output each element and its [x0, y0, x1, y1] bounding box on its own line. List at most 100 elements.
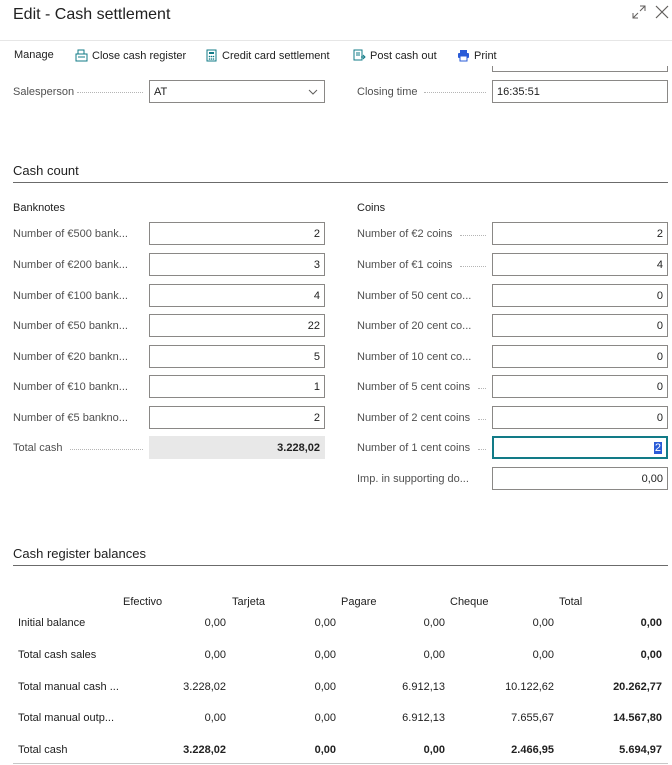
salesperson-value: AT	[154, 85, 168, 98]
salesperson-select[interactable]: AT	[149, 80, 325, 103]
dots	[460, 235, 486, 236]
cell-pagare: 0,00	[423, 617, 445, 629]
coin-2-cent-field[interactable]: 0	[492, 406, 668, 429]
banknote-label: Number of €10 bankn...	[13, 381, 128, 393]
banknote-50-field[interactable]: 22	[149, 314, 325, 337]
dots	[478, 388, 486, 389]
coin-20-cent-field[interactable]: 0	[492, 314, 668, 337]
coins-title: Coins	[357, 202, 386, 214]
total-cash-value: 3.228,02	[277, 441, 320, 454]
banknote-label: Number of €20 bankn...	[13, 351, 128, 363]
table-bottom-border	[13, 763, 668, 764]
banknote-value: 22	[307, 319, 320, 332]
cell-pagare: 6.912,13	[402, 681, 445, 693]
banknote-label: Number of €50 bankn...	[13, 320, 128, 332]
dots	[70, 449, 143, 450]
coin-10-cent-field[interactable]: 0	[492, 345, 668, 368]
total-cash-field: 3.228,02	[149, 436, 325, 459]
manage-menu[interactable]: Manage	[14, 49, 54, 61]
coin-label: Number of 50 cent co...	[357, 290, 472, 302]
chevron-down-icon	[308, 87, 318, 99]
cell-efectivo: 0,00	[204, 712, 226, 724]
page-title: Edit - Cash settlement	[13, 6, 171, 23]
cell-total: 0,00	[640, 617, 662, 629]
manage-label: Manage	[14, 49, 54, 61]
print-label: Print	[474, 49, 497, 62]
expand-icon[interactable]	[632, 5, 646, 23]
dots	[424, 92, 486, 93]
credit-card-settlement-button[interactable]: Credit card settlement	[205, 49, 330, 62]
cell-total: 0,00	[640, 649, 662, 661]
coin-value: 2	[653, 441, 662, 454]
coin-1-cent-field[interactable]: 2	[492, 436, 668, 459]
banknote-20-field[interactable]: 5	[149, 345, 325, 368]
banknote-label: Number of €500 bank...	[13, 228, 128, 240]
column-header: Cheque	[450, 596, 489, 608]
imp-supporting-field[interactable]: 0,00	[492, 467, 668, 490]
salesperson-label: Salesperson	[13, 86, 75, 98]
banknote-500-field[interactable]: 2	[149, 222, 325, 245]
calculator-icon	[205, 49, 218, 62]
cell-efectivo: 0,00	[204, 649, 226, 661]
coin-2-euro-field[interactable]: 2	[492, 222, 668, 245]
banknote-value: 4	[313, 289, 320, 302]
coin-label: Number of 10 cent co...	[357, 351, 472, 363]
cell-cheque: 2.466,95	[511, 744, 554, 756]
cell-pagare: 0,00	[423, 744, 445, 756]
print-button[interactable]: Print	[457, 49, 497, 62]
coin-5-cent-field[interactable]: 0	[492, 375, 668, 398]
close-cash-register-button[interactable]: Close cash register	[75, 49, 186, 62]
cell-cheque: 0,00	[532, 649, 554, 661]
previous-field-edge	[492, 66, 668, 72]
cell-tarjeta: 0,00	[314, 712, 336, 724]
banknote-5-field[interactable]: 2	[149, 406, 325, 429]
dots	[77, 92, 143, 93]
banknote-value: 2	[313, 411, 320, 424]
coin-value: 4	[656, 258, 663, 271]
coin-1-euro-field[interactable]: 4	[492, 253, 668, 276]
coin-value: 0	[656, 289, 663, 302]
title-bar: Edit - Cash settlement	[0, 0, 672, 32]
coin-label: Number of €2 coins	[357, 228, 453, 240]
cell-cheque: 0,00	[532, 617, 554, 629]
coin-value: 0	[656, 411, 663, 424]
printer-icon	[457, 49, 470, 62]
banknote-200-field[interactable]: 3	[149, 253, 325, 276]
row-label: Initial balance	[18, 617, 86, 629]
total-cash-label: Total cash	[13, 442, 63, 454]
cell-cheque: 10.122,62	[505, 681, 554, 693]
row-label: Total manual outp...	[18, 712, 115, 724]
row-label: Total cash sales	[18, 649, 97, 661]
cell-total: 20.262,77	[613, 681, 662, 693]
banknote-label: Number of €100 bank...	[13, 290, 128, 302]
coin-label: Number of 1 cent coins	[357, 442, 471, 454]
banknote-value: 1	[313, 380, 320, 393]
coin-value: 2	[656, 227, 663, 240]
section-divider	[13, 565, 668, 566]
column-header: Total	[559, 596, 583, 608]
banknote-label: Number of €200 bank...	[13, 259, 128, 271]
cell-total: 14.567,80	[613, 712, 662, 724]
coin-value: 0	[656, 350, 663, 363]
row-label: Total cash	[18, 744, 68, 756]
coin-value: 0	[656, 319, 663, 332]
post-cash-out-button[interactable]: Post cash out	[353, 49, 437, 62]
closing-time-field[interactable]: 16:35:51	[492, 80, 668, 103]
coin-value: 0	[656, 380, 663, 393]
closing-time-value: 16:35:51	[497, 85, 540, 98]
banknote-value: 2	[313, 227, 320, 240]
row-label: Total manual cash ...	[18, 681, 119, 693]
post-icon	[353, 49, 366, 62]
coin-label: Number of €1 coins	[357, 259, 453, 271]
cell-pagare: 6.912,13	[402, 712, 445, 724]
column-header: Pagare	[341, 596, 377, 608]
coin-label: Number of 5 cent coins	[357, 381, 471, 393]
close-icon[interactable]	[655, 5, 669, 23]
cell-tarjeta: 0,00	[314, 617, 336, 629]
coin-label: Number of 2 cent coins	[357, 412, 471, 424]
coin-50-cent-field[interactable]: 0	[492, 284, 668, 307]
cell-tarjeta: 0,00	[314, 649, 336, 661]
banknote-100-field[interactable]: 4	[149, 284, 325, 307]
closing-time-label: Closing time	[357, 86, 418, 98]
banknote-10-field[interactable]: 1	[149, 375, 325, 398]
